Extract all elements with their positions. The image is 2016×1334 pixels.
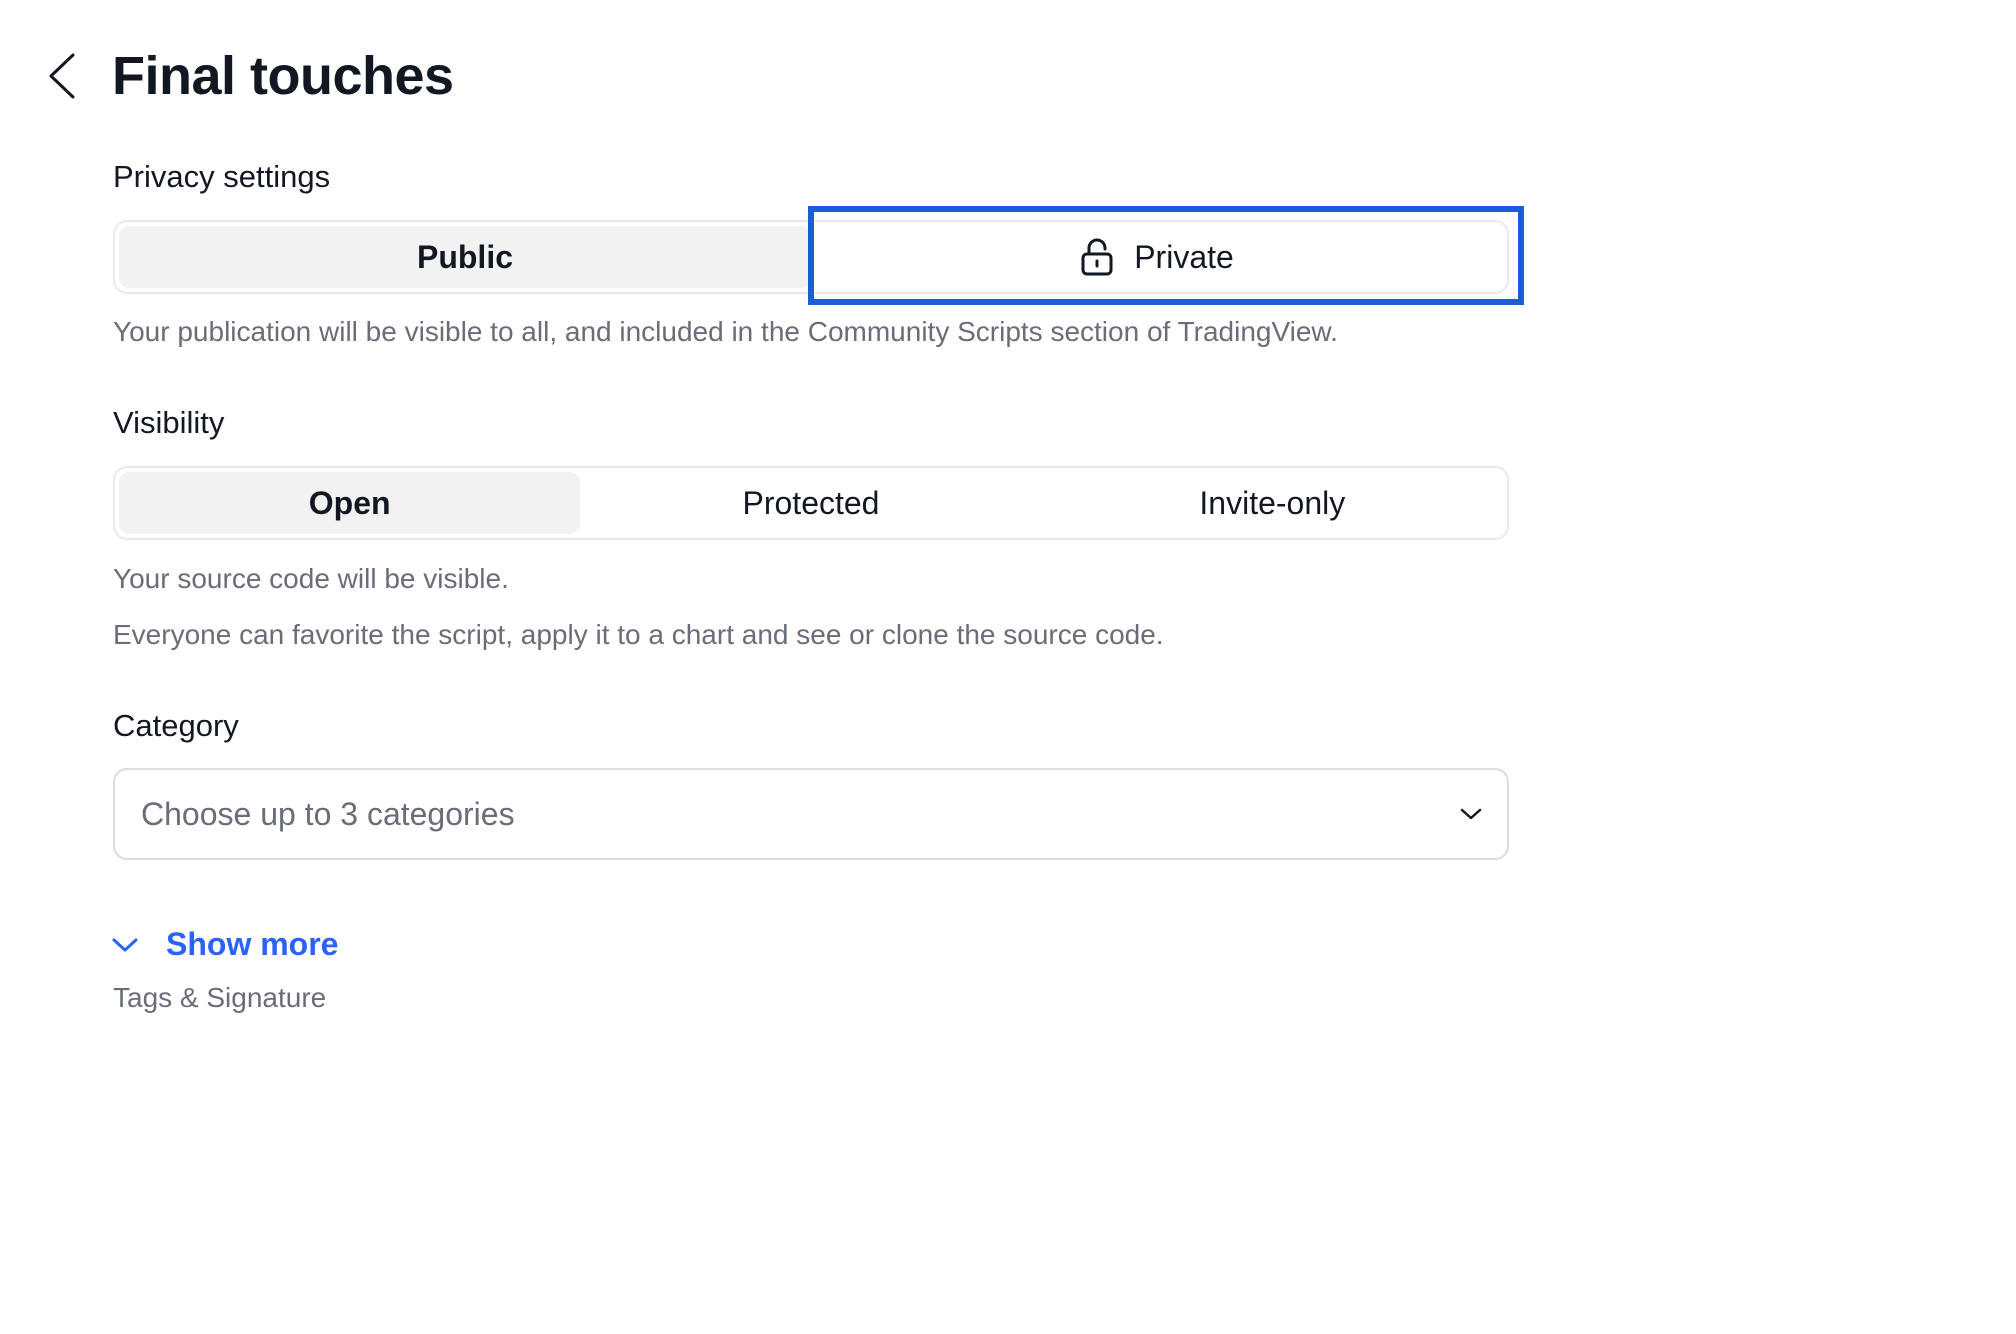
privacy-option-private[interactable]: Private: [811, 226, 1503, 288]
visibility-segmented-control: Open Protected Invite-only: [113, 466, 1509, 540]
visibility-label: Visibility: [113, 405, 225, 440]
privacy-settings-label: Privacy settings: [113, 159, 331, 194]
visibility-option-open[interactable]: Open: [119, 472, 581, 534]
visibility-option-invite-only-label: Invite-only: [1199, 484, 1346, 521]
back-button[interactable]: [42, 50, 82, 102]
privacy-description: Your publication will be visible to all,…: [113, 316, 1338, 347]
visibility-option-protected-label: Protected: [742, 484, 880, 521]
page-title: Final touches: [112, 46, 454, 106]
visibility-option-invite-only[interactable]: Invite-only: [1042, 472, 1503, 534]
privacy-option-public[interactable]: Public: [119, 226, 811, 288]
privacy-option-private-label: Private: [1134, 238, 1234, 275]
chevron-left-icon: [49, 53, 75, 99]
show-more-label: Show more: [166, 926, 339, 962]
category-select-placeholder: Choose up to 3 categories: [141, 795, 515, 832]
privacy-option-public-label: Public: [416, 238, 513, 275]
visibility-option-open-label: Open: [308, 484, 391, 521]
chevron-down-icon: [112, 938, 138, 951]
visibility-description-2: Everyone can favorite the script, apply …: [113, 619, 1164, 650]
visibility-option-protected[interactable]: Protected: [580, 472, 1041, 534]
visibility-description-1: Your source code will be visible.: [113, 563, 509, 594]
chevron-down-icon: [1460, 808, 1482, 820]
show-more-toggle[interactable]: Show more: [110, 926, 338, 963]
privacy-segmented-control: Public Private: [113, 220, 1509, 294]
category-select[interactable]: Choose up to 3 categories: [113, 768, 1509, 860]
lock-icon: [1081, 238, 1113, 276]
show-more-caption: Tags & Signature: [113, 982, 327, 1013]
category-label: Category: [113, 708, 239, 743]
